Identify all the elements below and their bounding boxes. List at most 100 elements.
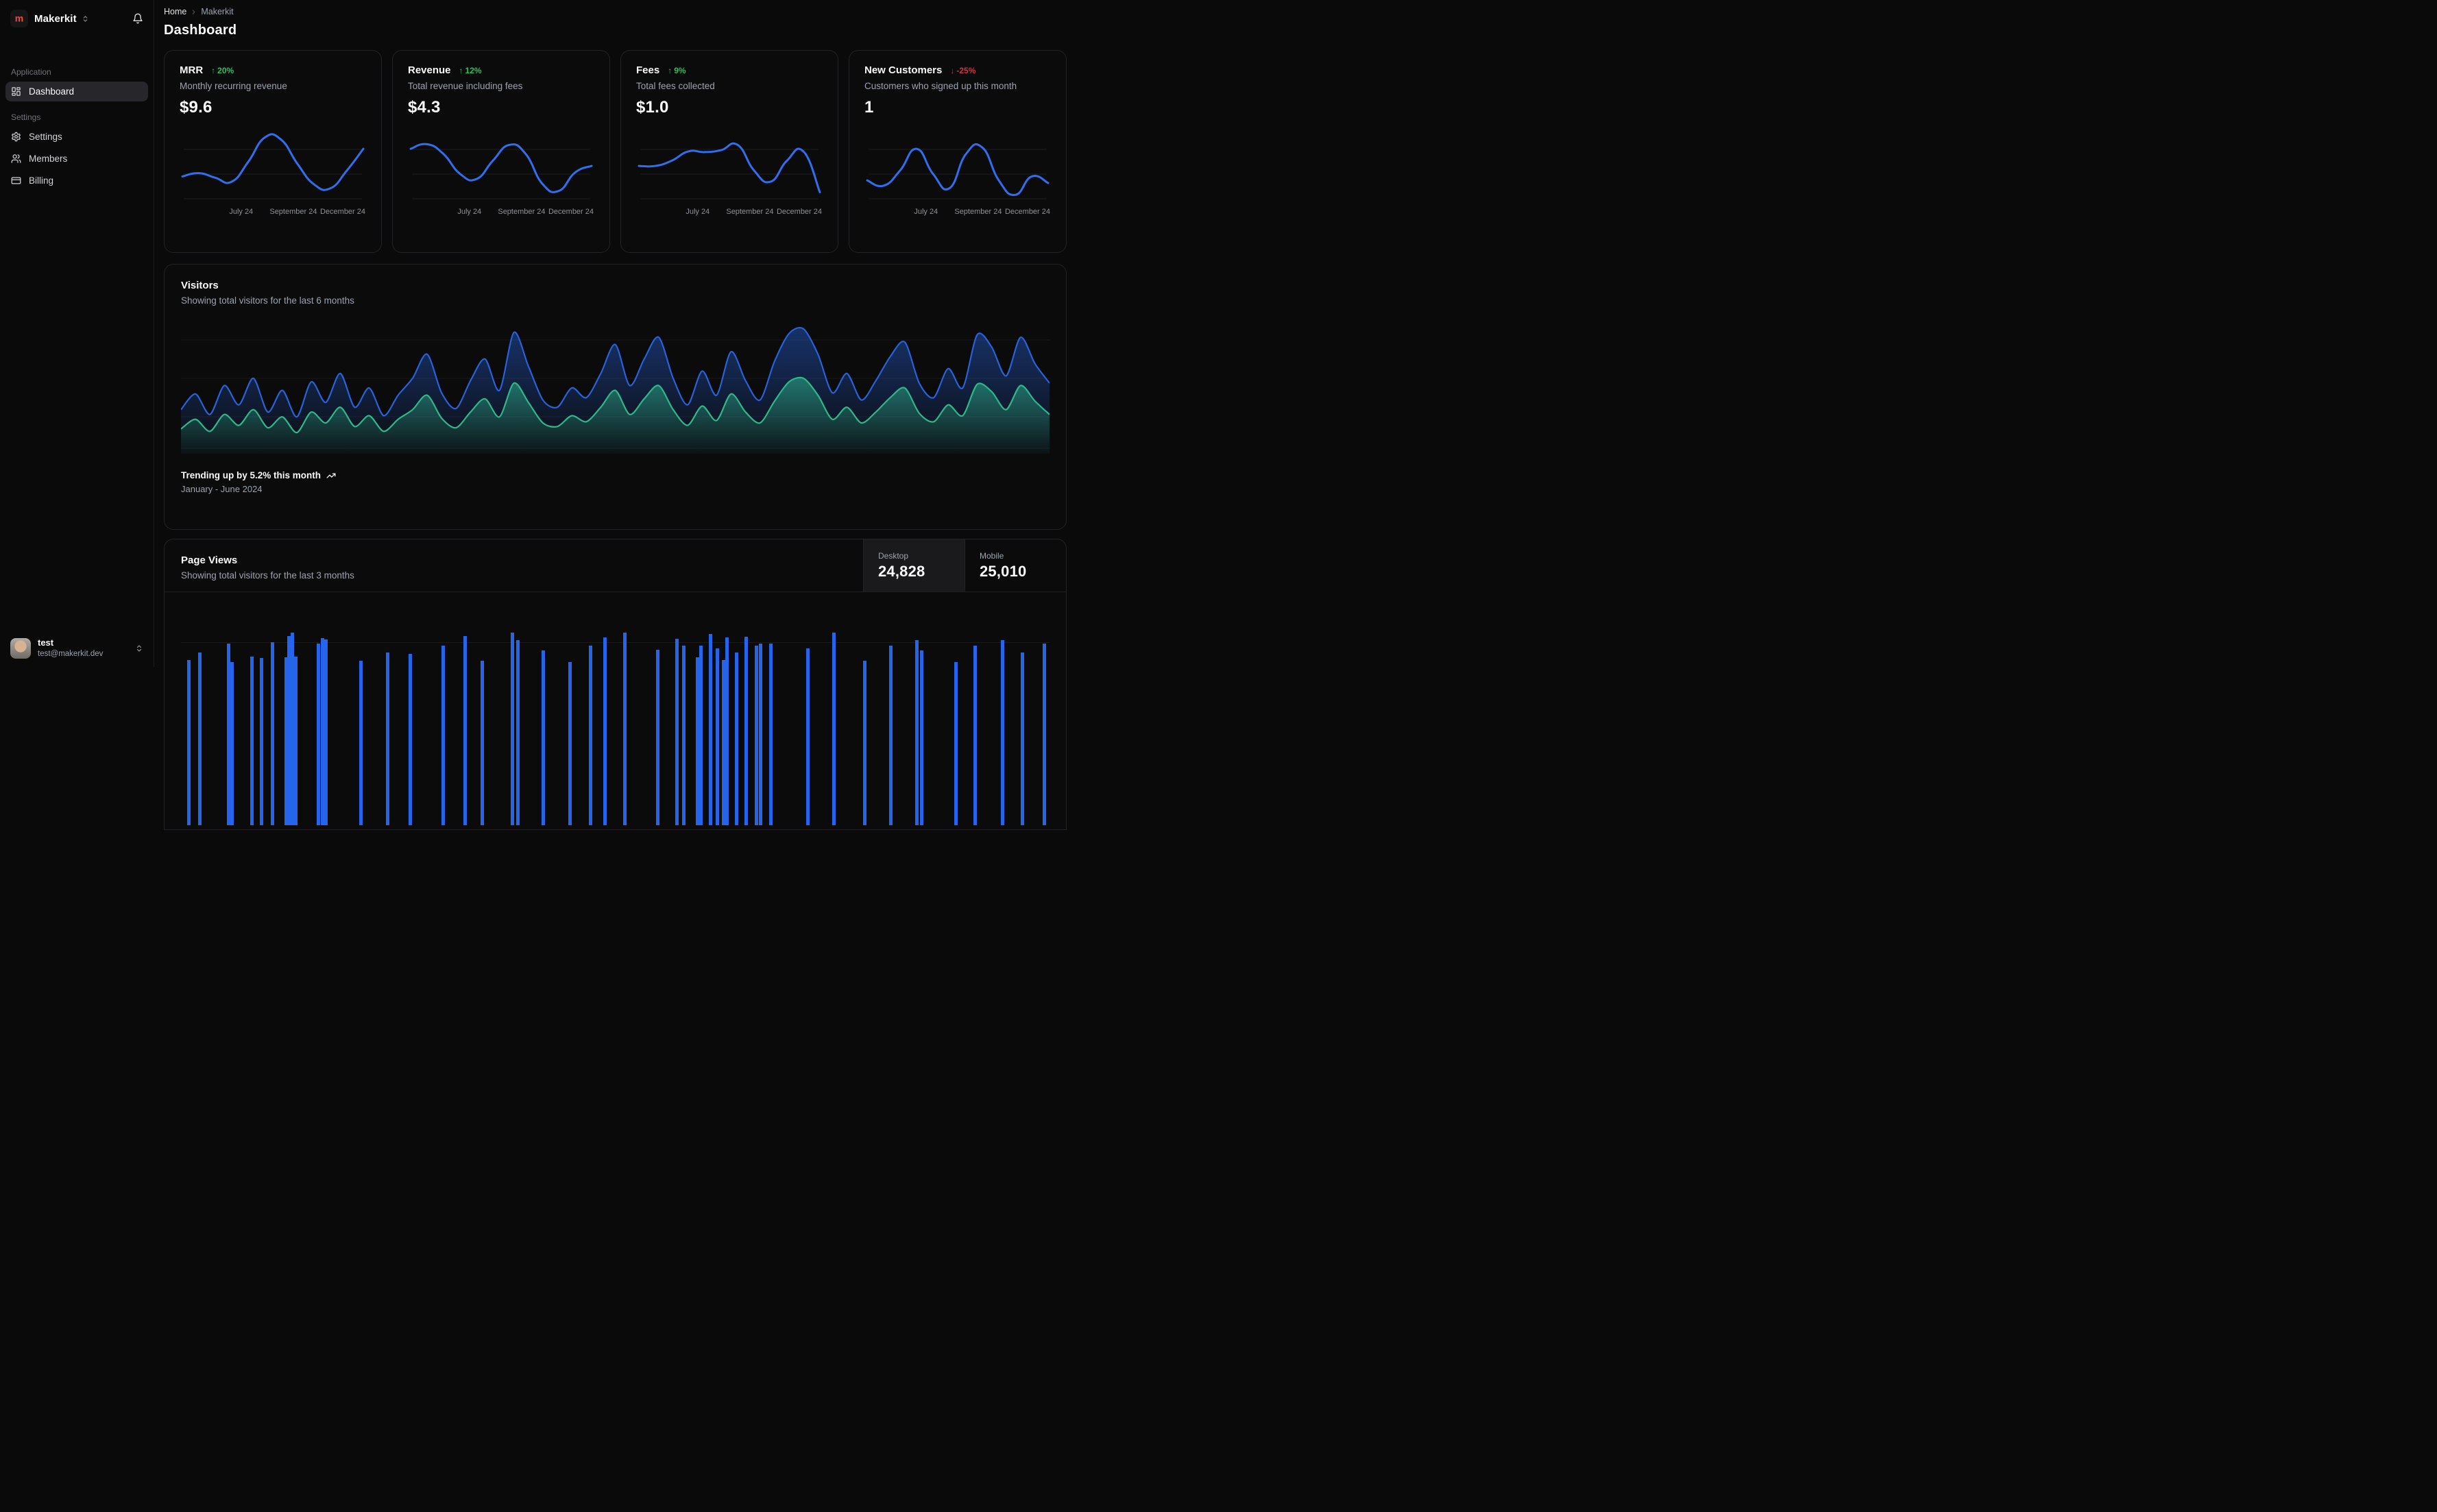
page-views-bar	[441, 646, 445, 825]
page-views-toggle-desktop[interactable]: Desktop 24,828	[863, 539, 965, 592]
stat-delta-value: -25%	[956, 66, 975, 75]
workspace-header: m Makerkit	[5, 8, 148, 29]
page-views-bar	[716, 648, 719, 825]
stat-delta-badge: ↑9%	[668, 66, 686, 75]
page-views-bar	[759, 644, 762, 825]
stat-description: Monthly recurring revenue	[180, 81, 366, 91]
x-tick-label: September 24	[269, 208, 317, 216]
users-icon	[11, 154, 21, 164]
stat-value: $1.0	[636, 98, 823, 117]
page-views-bar	[656, 650, 659, 825]
page-views-bar	[271, 642, 274, 825]
page-views-bar	[1043, 644, 1046, 825]
gridline	[181, 642, 1050, 643]
workspace-selector-icon[interactable]	[82, 15, 89, 23]
breadcrumb: Home Makerkit	[164, 7, 1067, 16]
revenue-sparkline-chart	[408, 129, 594, 206]
mrr-sparkline-svg	[180, 129, 366, 206]
x-tick-label: December 24	[1005, 208, 1050, 216]
page-views-bar	[675, 639, 679, 825]
x-tick-label: July 24	[457, 208, 481, 216]
page-views-bar	[260, 658, 263, 825]
page-views-bar	[317, 644, 320, 825]
x-tick-label: December 24	[548, 208, 594, 216]
x-tick-label: September 24	[498, 208, 545, 216]
page-views-bar	[516, 640, 520, 825]
new_customers-sparkline-svg	[864, 129, 1051, 206]
page-title: Dashboard	[164, 23, 1067, 38]
stat-delta-badge: ↑12%	[459, 66, 482, 75]
arrow-up-icon: ↑	[211, 66, 215, 75]
page-views-bar	[359, 661, 363, 825]
makerkit-logo: m	[10, 10, 28, 27]
page-views-bar-chart	[181, 592, 1050, 825]
page-views-bar	[481, 661, 484, 825]
page-views-bar	[386, 653, 389, 825]
visitors-trend-text: Trending up by 5.2% this month	[181, 470, 321, 480]
page-views-bar	[294, 657, 298, 825]
page-views-bar	[699, 646, 703, 825]
page-views-toggle-mobile[interactable]: Mobile 25,010	[965, 539, 1066, 592]
sidebar: m Makerkit Application Dashboard Setting…	[0, 0, 154, 667]
page-views-bar	[542, 650, 545, 825]
stat-value: $4.3	[408, 98, 594, 117]
notifications-bell-icon[interactable]	[132, 13, 143, 24]
main-content: Home Makerkit Dashboard MRR ↑20% Monthly…	[154, 0, 1075, 667]
x-tick-label: July 24	[229, 208, 253, 216]
visitors-area-chart	[181, 319, 1050, 454]
credit-card-icon	[11, 175, 21, 186]
desktop-value: 24,828	[878, 563, 950, 581]
fees-sparkline-chart	[636, 129, 823, 206]
desktop-label: Desktop	[878, 551, 950, 561]
sidebar-item-members[interactable]: Members	[5, 149, 148, 169]
stat-delta-badge: ↑20%	[211, 66, 234, 75]
page-views-title: Page Views	[181, 554, 847, 566]
stat-card-fees: Fees ↑9% Total fees collected $1.0 July …	[620, 50, 838, 253]
arrow-up-icon: ↑	[459, 66, 463, 75]
x-tick-label: December 24	[320, 208, 365, 216]
page-views-bar	[954, 662, 958, 825]
nav-section-settings: Settings	[5, 112, 148, 122]
sidebar-item-dashboard[interactable]: Dashboard	[5, 82, 148, 101]
stat-delta-badge: ↓-25%	[950, 66, 975, 75]
page-views-bar	[463, 636, 467, 825]
user-email: test@makerkit.dev	[38, 649, 103, 659]
stat-delta-value: 20%	[217, 66, 234, 75]
arrow-up-icon: ↑	[668, 66, 672, 75]
makerkit-logo-glyph: m	[13, 12, 25, 25]
mrr-sparkline-chart	[180, 129, 366, 206]
revenue-sparkline-svg	[408, 129, 594, 206]
sidebar-item-settings[interactable]: Settings	[5, 127, 148, 147]
breadcrumb-home-link[interactable]: Home	[164, 7, 186, 16]
stat-title: Fees	[636, 64, 659, 76]
revenue-sparkline-axis: July 24 September 24December 24	[408, 208, 594, 218]
mobile-label: Mobile	[980, 551, 1052, 561]
stat-description: Total fees collected	[636, 81, 823, 91]
page-views-bar	[806, 648, 810, 825]
sidebar-item-label: Dashboard	[29, 86, 74, 97]
user-menu[interactable]: test test@makerkit.dev	[5, 637, 148, 659]
page-views-card: Page Views Showing total visitors for th…	[164, 539, 1067, 830]
visitors-card: Visitors Showing total visitors for the …	[164, 264, 1067, 530]
page-views-bar	[187, 660, 191, 825]
sidebar-item-label: Billing	[29, 175, 53, 186]
page-views-bar	[198, 653, 202, 825]
nav-section-application: Application	[5, 67, 148, 77]
page-views-bar	[623, 633, 627, 825]
sidebar-item-billing[interactable]: Billing	[5, 171, 148, 191]
new-customers-sparkline-chart	[864, 129, 1051, 206]
gear-icon	[11, 132, 21, 142]
user-meta: test test@makerkit.dev	[38, 637, 103, 659]
stat-title: New Customers	[864, 64, 942, 76]
chevron-right-icon	[190, 8, 197, 16]
visitors-title: Visitors	[181, 280, 1050, 291]
visitors-footer: Trending up by 5.2% this month January -…	[181, 470, 1050, 494]
page-views-bar	[920, 650, 923, 825]
new-customers-sparkline-axis: July 24September 24December 24	[864, 208, 1051, 218]
stat-card-mrr: MRR ↑20% Monthly recurring revenue $9.6 …	[164, 50, 382, 253]
page-views-bar	[863, 661, 866, 825]
page-views-subtitle: Showing total visitors for the last 3 mo…	[181, 570, 847, 581]
page-views-header: Page Views Showing total visitors for th…	[165, 539, 1066, 592]
stat-value: $9.6	[180, 98, 366, 117]
workspace-name: Makerkit	[34, 13, 77, 25]
